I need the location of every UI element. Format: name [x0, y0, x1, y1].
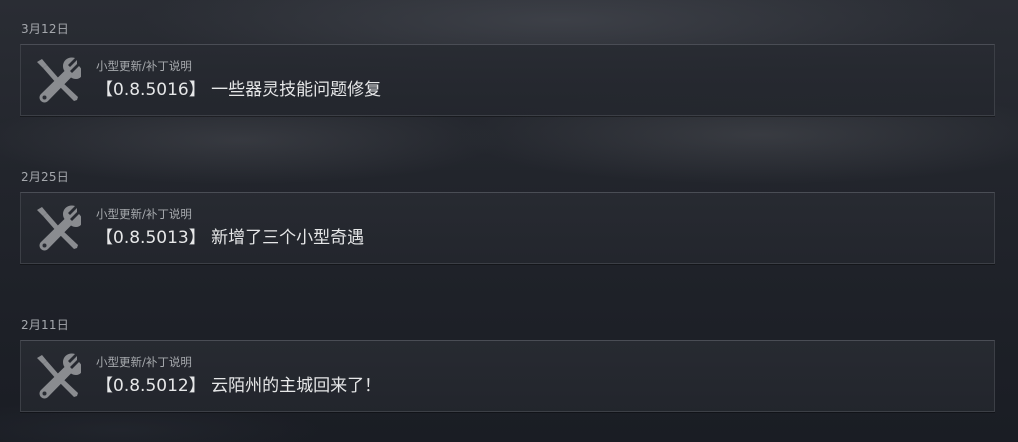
- wrench-screwdriver-icon: [33, 204, 81, 252]
- event-title[interactable]: 【0.8.5016】 一些器灵技能问题修复: [96, 79, 381, 101]
- event-date: 3月12日: [21, 22, 69, 36]
- event-date: 2月25日: [21, 170, 69, 184]
- event-date: 2月11日: [21, 318, 69, 332]
- wrench-screwdriver-icon: [33, 352, 81, 400]
- day-group-feb-11: 2月11日 小型更新/补丁说明 【0.8.5012】 云陌州的主城回来了！: [0, 296, 1018, 414]
- day-group-mar-12: 3月12日 小型更新/补丁说明 【0.8.5016】 一些器灵技能问题修复: [0, 0, 1018, 118]
- event-type-label: 小型更新/补丁说明: [96, 355, 192, 369]
- event-card[interactable]: 小型更新/补丁说明 【0.8.5016】 一些器灵技能问题修复: [20, 44, 995, 116]
- wrench-screwdriver-icon: [33, 56, 81, 104]
- event-card[interactable]: 小型更新/补丁说明 【0.8.5013】 新增了三个小型奇遇: [20, 192, 995, 264]
- event-type-label: 小型更新/补丁说明: [96, 59, 192, 73]
- event-card[interactable]: 小型更新/补丁说明 【0.8.5012】 云陌州的主城回来了！: [20, 340, 995, 412]
- event-timeline: 3月12日 小型更新/补丁说明 【0.8.5016】 一些器灵技能问题修复 2月…: [0, 0, 1018, 442]
- event-type-label: 小型更新/补丁说明: [96, 207, 192, 221]
- event-title[interactable]: 【0.8.5013】 新增了三个小型奇遇: [96, 227, 364, 249]
- day-group-feb-25: 2月25日 小型更新/补丁说明 【0.8.5013】 新增了三个小型奇遇: [0, 148, 1018, 266]
- event-title[interactable]: 【0.8.5012】 云陌州的主城回来了！: [96, 375, 381, 397]
